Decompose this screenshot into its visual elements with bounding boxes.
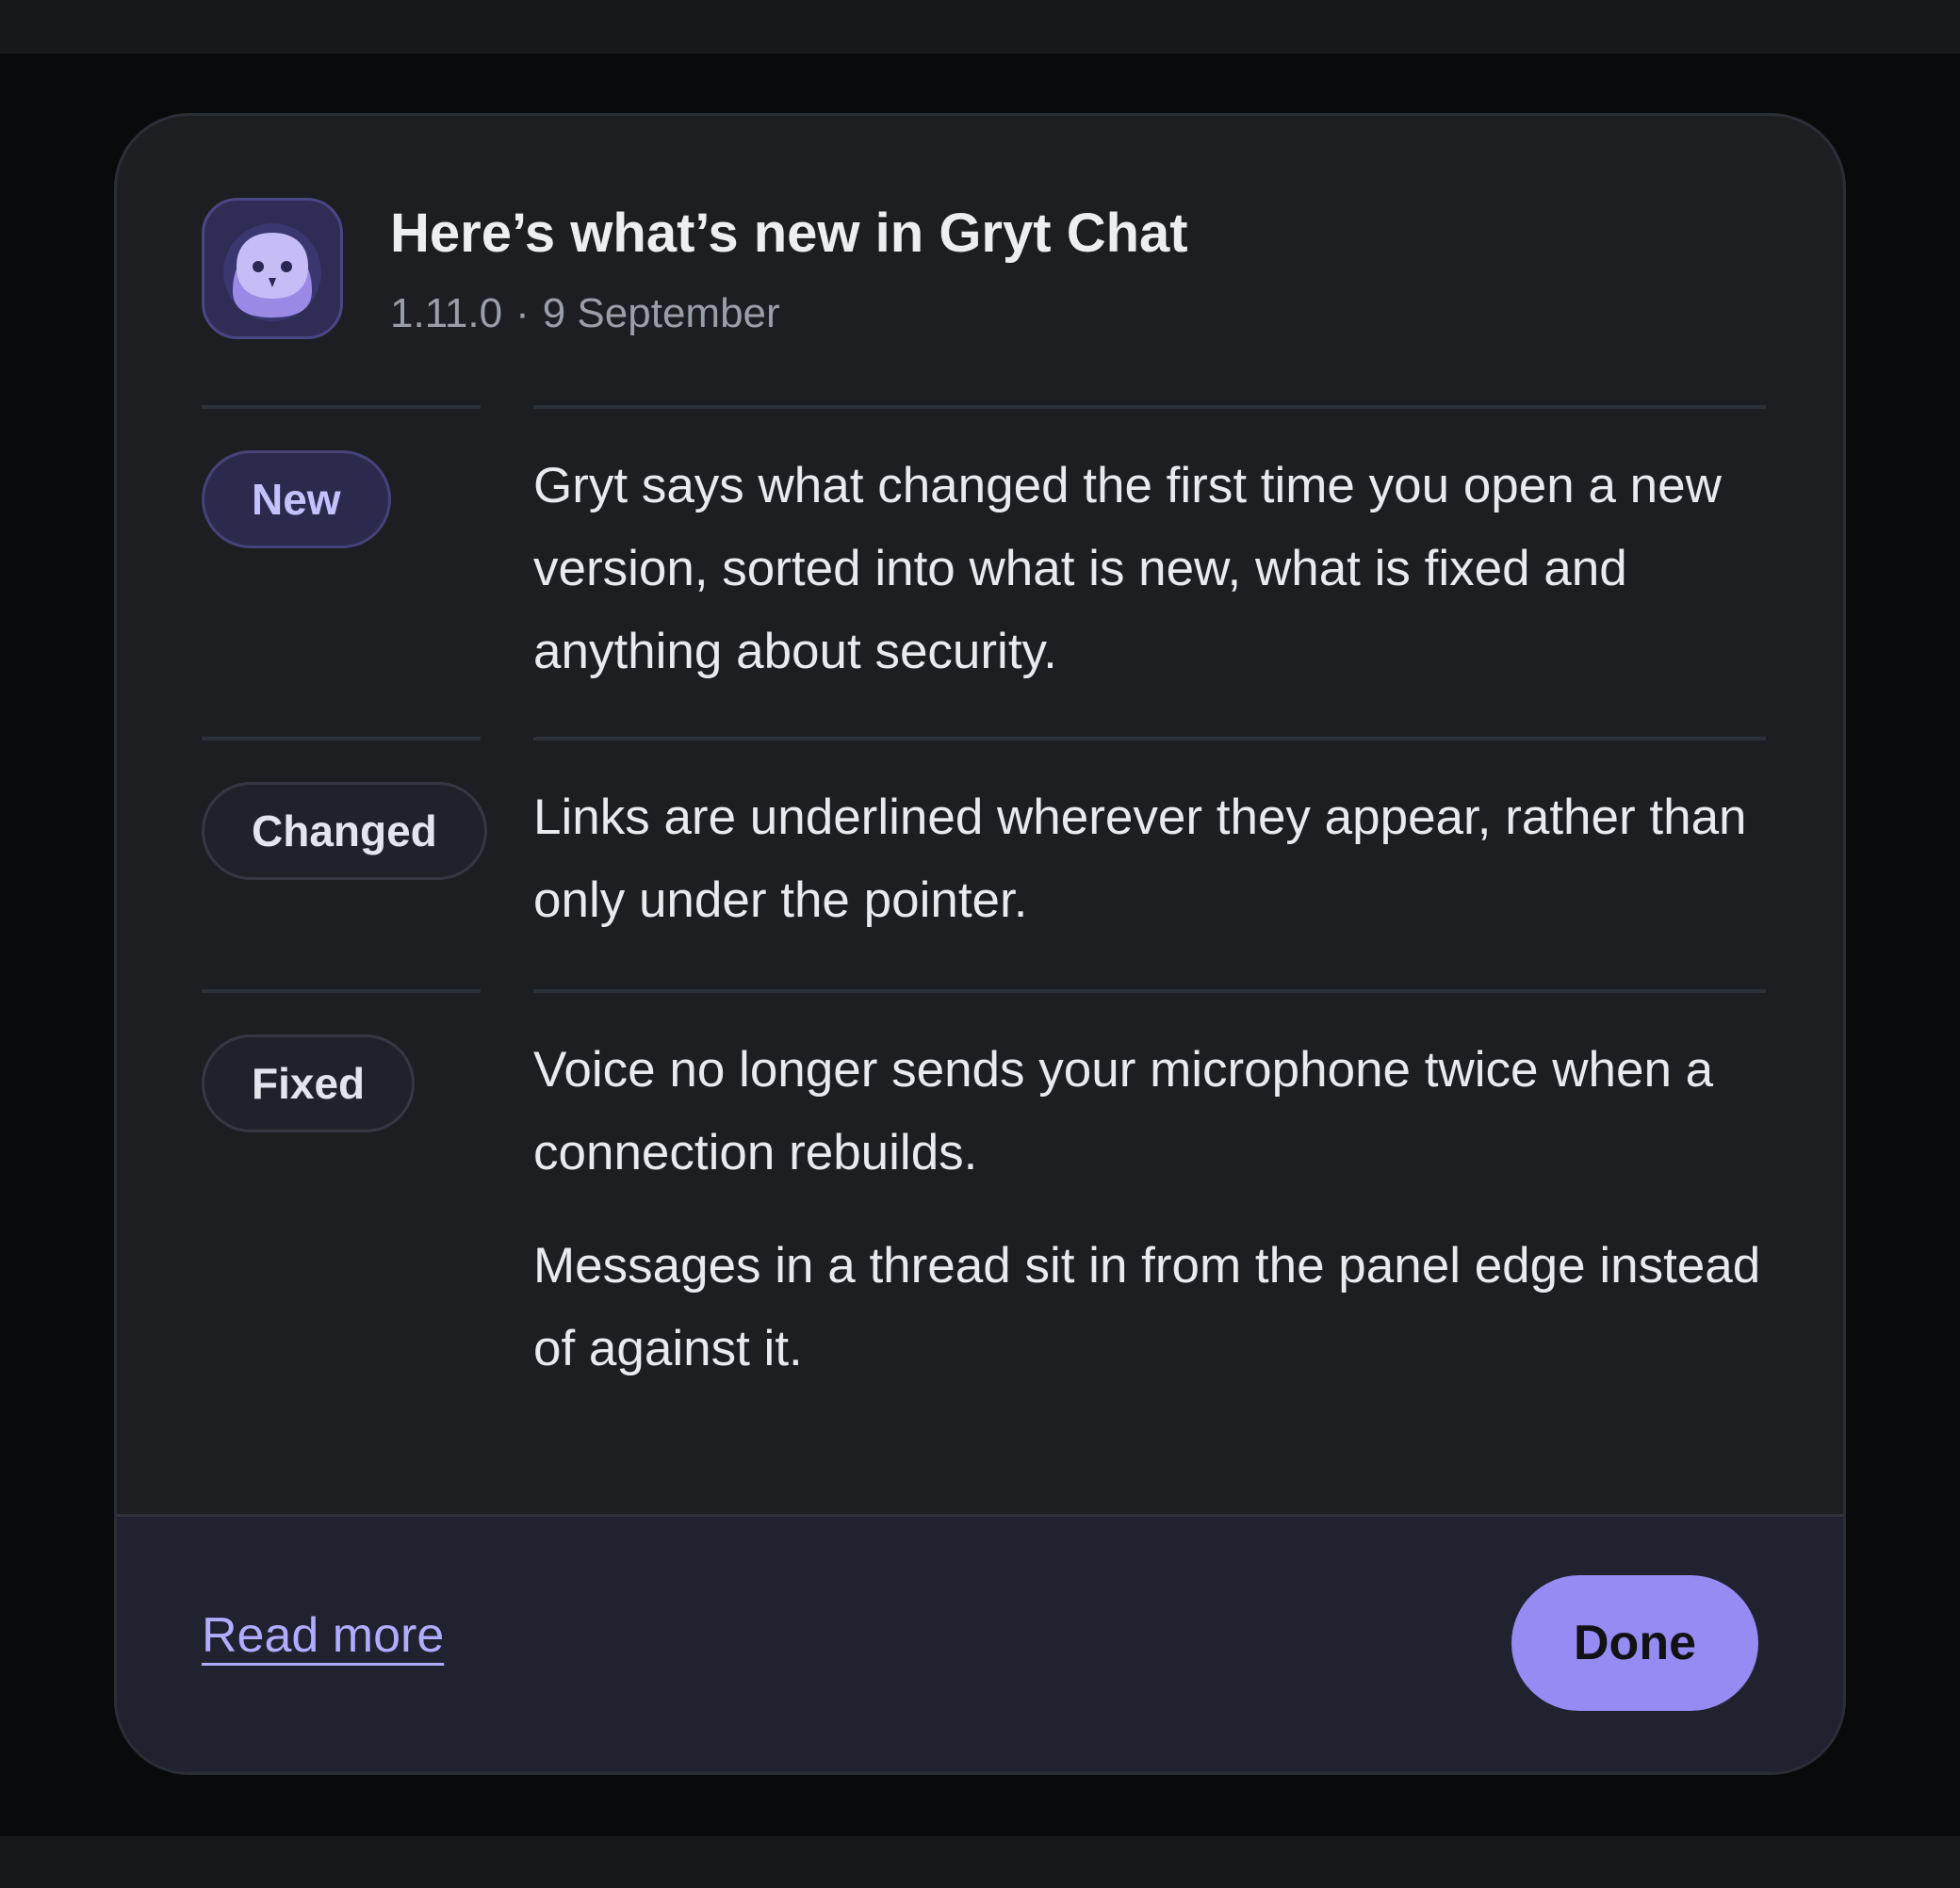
entry-item: Messages in a thread sit in from the pan… xyxy=(533,1238,1761,1376)
entry-text-column: Voice no longer sends your microphone tw… xyxy=(533,989,1766,1460)
changelog-list: New Gryt says what changed the first tim… xyxy=(202,405,1766,1460)
dialog-footer: Read more Done xyxy=(117,1514,1843,1772)
version-date: 1.11.0 · 9 September xyxy=(390,288,780,339)
entry-item: Voice no longer sends your microphone tw… xyxy=(533,1042,1714,1180)
release-date: 9 September xyxy=(542,290,780,336)
separator-dot: · xyxy=(515,290,530,336)
dialog-header: Here’s what’s new in Gryt Chat 1.11.0 · 9 … xyxy=(202,198,1766,339)
changelog-entry-new: New Gryt says what changed the first tim… xyxy=(202,405,1766,737)
entry-tag-column: Changed xyxy=(202,737,487,989)
changelog-entry-changed: Changed Links are underlined wherever th… xyxy=(202,737,1766,989)
entry-text-column: Gryt says what changed the first time yo… xyxy=(533,405,1766,737)
entry-text-column: Links are underlined wherever they appea… xyxy=(533,737,1766,989)
tag-fixed-badge: Fixed xyxy=(202,1034,416,1132)
tag-new-badge: New xyxy=(202,450,391,548)
whats-new-dialog: Here’s what’s new in Gryt Chat 1.11.0 · 9 … xyxy=(114,113,1846,1775)
owl-icon xyxy=(202,198,343,339)
changelog-entry-fixed: Fixed Voice no longer sends your microph… xyxy=(202,989,1766,1460)
tag-changed-badge: Changed xyxy=(202,782,487,880)
done-button[interactable]: Done xyxy=(1511,1575,1758,1711)
dialog-title: Here’s what’s new in Gryt Chat xyxy=(390,203,1188,264)
entry-tag-column: Fixed xyxy=(202,989,481,1460)
read-more-link[interactable]: Read more xyxy=(202,1605,444,1666)
entry-tag-column: New xyxy=(202,405,481,737)
entry-item: Links are underlined wherever they appea… xyxy=(533,789,1747,928)
version-number: 1.11.0 xyxy=(390,290,503,336)
entry-item: Gryt says what changed the first time yo… xyxy=(533,458,1722,679)
